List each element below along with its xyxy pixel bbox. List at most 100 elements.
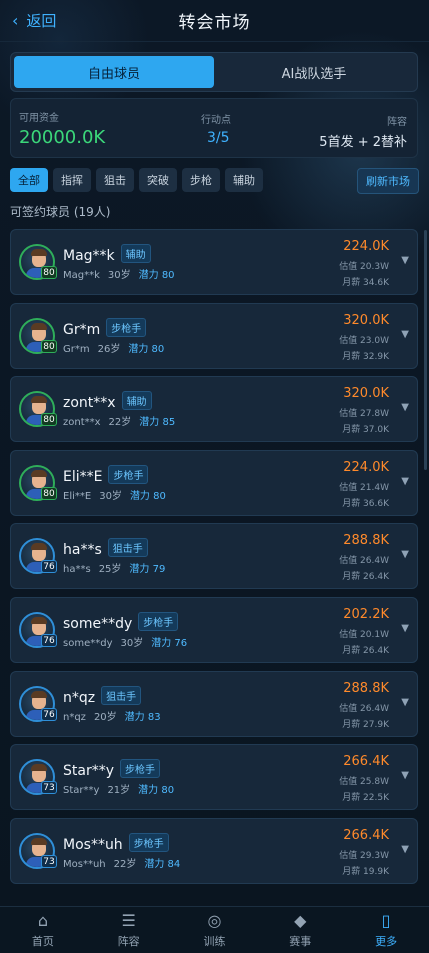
player-age: 21岁 [107,785,131,797]
position-badge: 狙击手 [107,538,148,558]
expand-caret-icon[interactable]: ▼ [401,255,409,266]
player-potential: 潜力 80 [129,490,166,502]
overall-rating: 80 [41,339,57,353]
overall-rating: 73 [41,854,57,868]
player-name: zont**x [63,395,116,412]
nav-training[interactable]: ◎ 训练 [172,907,258,953]
player-card[interactable]: 73 Star**y 步枪手 Star**y 21岁 潜力 80 266.4K 估值 … [10,744,418,811]
player-card[interactable]: 76 ha**s 狙击手 ha**s 25岁 潜力 79 288.8K 估值 26.4… [10,523,418,590]
player-age: 22岁 [113,858,137,870]
player-meta: Mag**k 30岁 潜力 80 [63,266,175,281]
resource-panel: 可用资金 20000.0K 行动点 3/5 阵容 5首发 + 2替补 [10,98,418,158]
market-tabs: 自由球员 AI战队选手 [10,52,418,92]
player-salary: 月薪 37.0K [342,425,389,436]
nav-tournament[interactable]: ◆ 赛事 [257,907,343,953]
expand-caret-icon[interactable]: ▼ [401,549,409,560]
filter-sniper[interactable]: 狙击 [96,168,134,192]
player-name-row: ha**s 狙击手 [63,538,148,558]
player-valuation: 估值 23.0W [339,335,389,346]
avatar-hair [31,690,47,698]
overall-rating: 76 [41,707,57,721]
player-card[interactable]: 76 n*qz 狙击手 n*qz 20岁 潜力 83 288.8K 估值 26.4W … [10,670,418,737]
position-badge: 辅助 [120,244,151,263]
player-age: 30岁 [99,490,122,502]
player-card[interactable]: 80 Eli**E 步枪手 Eli**E 30岁 潜力 80 224.0K 估值 21… [10,449,418,516]
player-card[interactable]: 73 Mos**uh 步枪手 Mos**uh 22岁 潜力 84 266.4K 估值 … [10,817,418,884]
player-name: Gr*m [63,321,101,338]
position-badge: 步枪手 [120,759,160,779]
top-bar: ‹ 返回 转会市场 [0,0,429,42]
player-salary: 月薪 26.4K [342,572,389,583]
player-name-row: Eli**E 步枪手 [63,464,149,485]
position-badge: 狙击手 [101,685,142,705]
refresh-market-button[interactable]: 刷新市场 [357,168,419,194]
home-icon: ⌂ [37,911,48,930]
overall-rating: 76 [41,633,57,647]
player-card[interactable]: 80 Mag**k 辅助 Mag**k 30岁 潜力 80 224.0K 估值 20.… [10,229,418,295]
nav-roster[interactable]: ☰ 阵容 [86,907,172,953]
player-card[interactable]: 80 zont**x 辅助 zont**x 22岁 潜力 85 320.0K 估值 2… [10,376,418,443]
player-card[interactable]: 76 some**dy 步枪手 some**dy 30岁 潜力 76 202.2K 估… [10,596,418,663]
tab-ai-team-players[interactable]: AI战队选手 [214,56,414,88]
player-potential: 潜力 76 [151,637,188,649]
back-label: 返回 [26,12,57,30]
expand-caret-icon[interactable]: ▼ [401,329,409,340]
scrollbar-thumb[interactable] [424,230,427,470]
avatar-hair [31,616,47,624]
overall-rating: 80 [41,413,57,427]
filter-all[interactable]: 全部 [10,168,48,192]
player-card[interactable]: 80 Gr*m 步枪手 Gr*m 26岁 潜力 80 320.0K 估值 23.0W … [10,302,418,369]
player-meta: Gr*m 26岁 潜力 80 [63,340,164,355]
player-handle: ha**s [63,564,91,576]
filter-support[interactable]: 辅助 [225,168,263,192]
player-salary: 月薪 22.5K [342,793,389,804]
filter-rifle[interactable]: 步枪 [182,168,220,192]
funds-label: 可用资金 [19,113,59,124]
player-valuation: 估值 27.8W [339,409,389,420]
player-handle: some**dy [63,637,113,649]
player-handle: Mag**k [63,270,100,281]
position-badge: 步枪手 [138,611,179,631]
player-name-row: zont**x 辅助 [63,391,152,411]
player-potential: 潜力 79 [129,564,166,576]
transfer-price: 202.2K [343,606,389,622]
player-potential: 潜力 80 [138,785,175,797]
player-potential: 潜力 80 [128,343,165,355]
expand-caret-icon[interactable]: ▼ [401,402,409,413]
overall-rating: 80 [41,266,57,279]
transfer-price: 224.0K [343,239,389,254]
tab-free-agents[interactable]: 自由球员 [14,56,214,88]
player-valuation: 估值 26.4W [339,556,389,567]
filter-igl[interactable]: 指挥 [53,168,91,192]
action-points-label: 行动点 [201,115,231,126]
player-name: ha**s [63,542,102,559]
player-meta: Mos**uh 22岁 潜力 84 [63,855,180,870]
bottom-navigation: ⌂ 首页 ☰ 阵容 ◎ 训练 ◆ 赛事 ▯ 更多 [0,906,429,953]
player-name: Mos**uh [63,836,123,853]
player-meta: zont**x 22岁 潜力 85 [63,413,175,428]
overall-rating: 73 [41,781,57,795]
filter-entry[interactable]: 突破 [139,168,177,192]
nav-home-label: 首页 [31,935,54,948]
player-meta: Eli**E 30岁 潜力 80 [63,487,166,502]
avatar-hair [31,543,47,551]
avatar-hair [31,322,47,330]
transfer-price: 288.8K [343,533,389,549]
player-valuation: 估值 20.3W [339,262,389,272]
nav-training-label: 训练 [203,935,226,948]
expand-caret-icon[interactable]: ▼ [401,476,409,487]
expand-caret-icon[interactable]: ▼ [401,623,409,634]
transfer-price: 266.4K [343,754,389,770]
player-age: 20岁 [93,711,117,723]
player-potential: 潜力 85 [139,417,176,429]
avatar-hair [31,469,47,477]
expand-caret-icon[interactable]: ▼ [401,697,409,708]
nav-more[interactable]: ▯ 更多 [343,907,429,953]
nav-home[interactable]: ⌂ 首页 [0,907,86,953]
player-salary: 月薪 36.6K [342,498,389,509]
player-name: n*qz [63,689,96,706]
expand-caret-icon[interactable]: ▼ [401,770,409,781]
expand-caret-icon[interactable]: ▼ [401,844,409,855]
back-button[interactable]: ‹ 返回 [12,10,56,31]
player-meta: Star**y 21岁 潜力 80 [63,781,174,796]
